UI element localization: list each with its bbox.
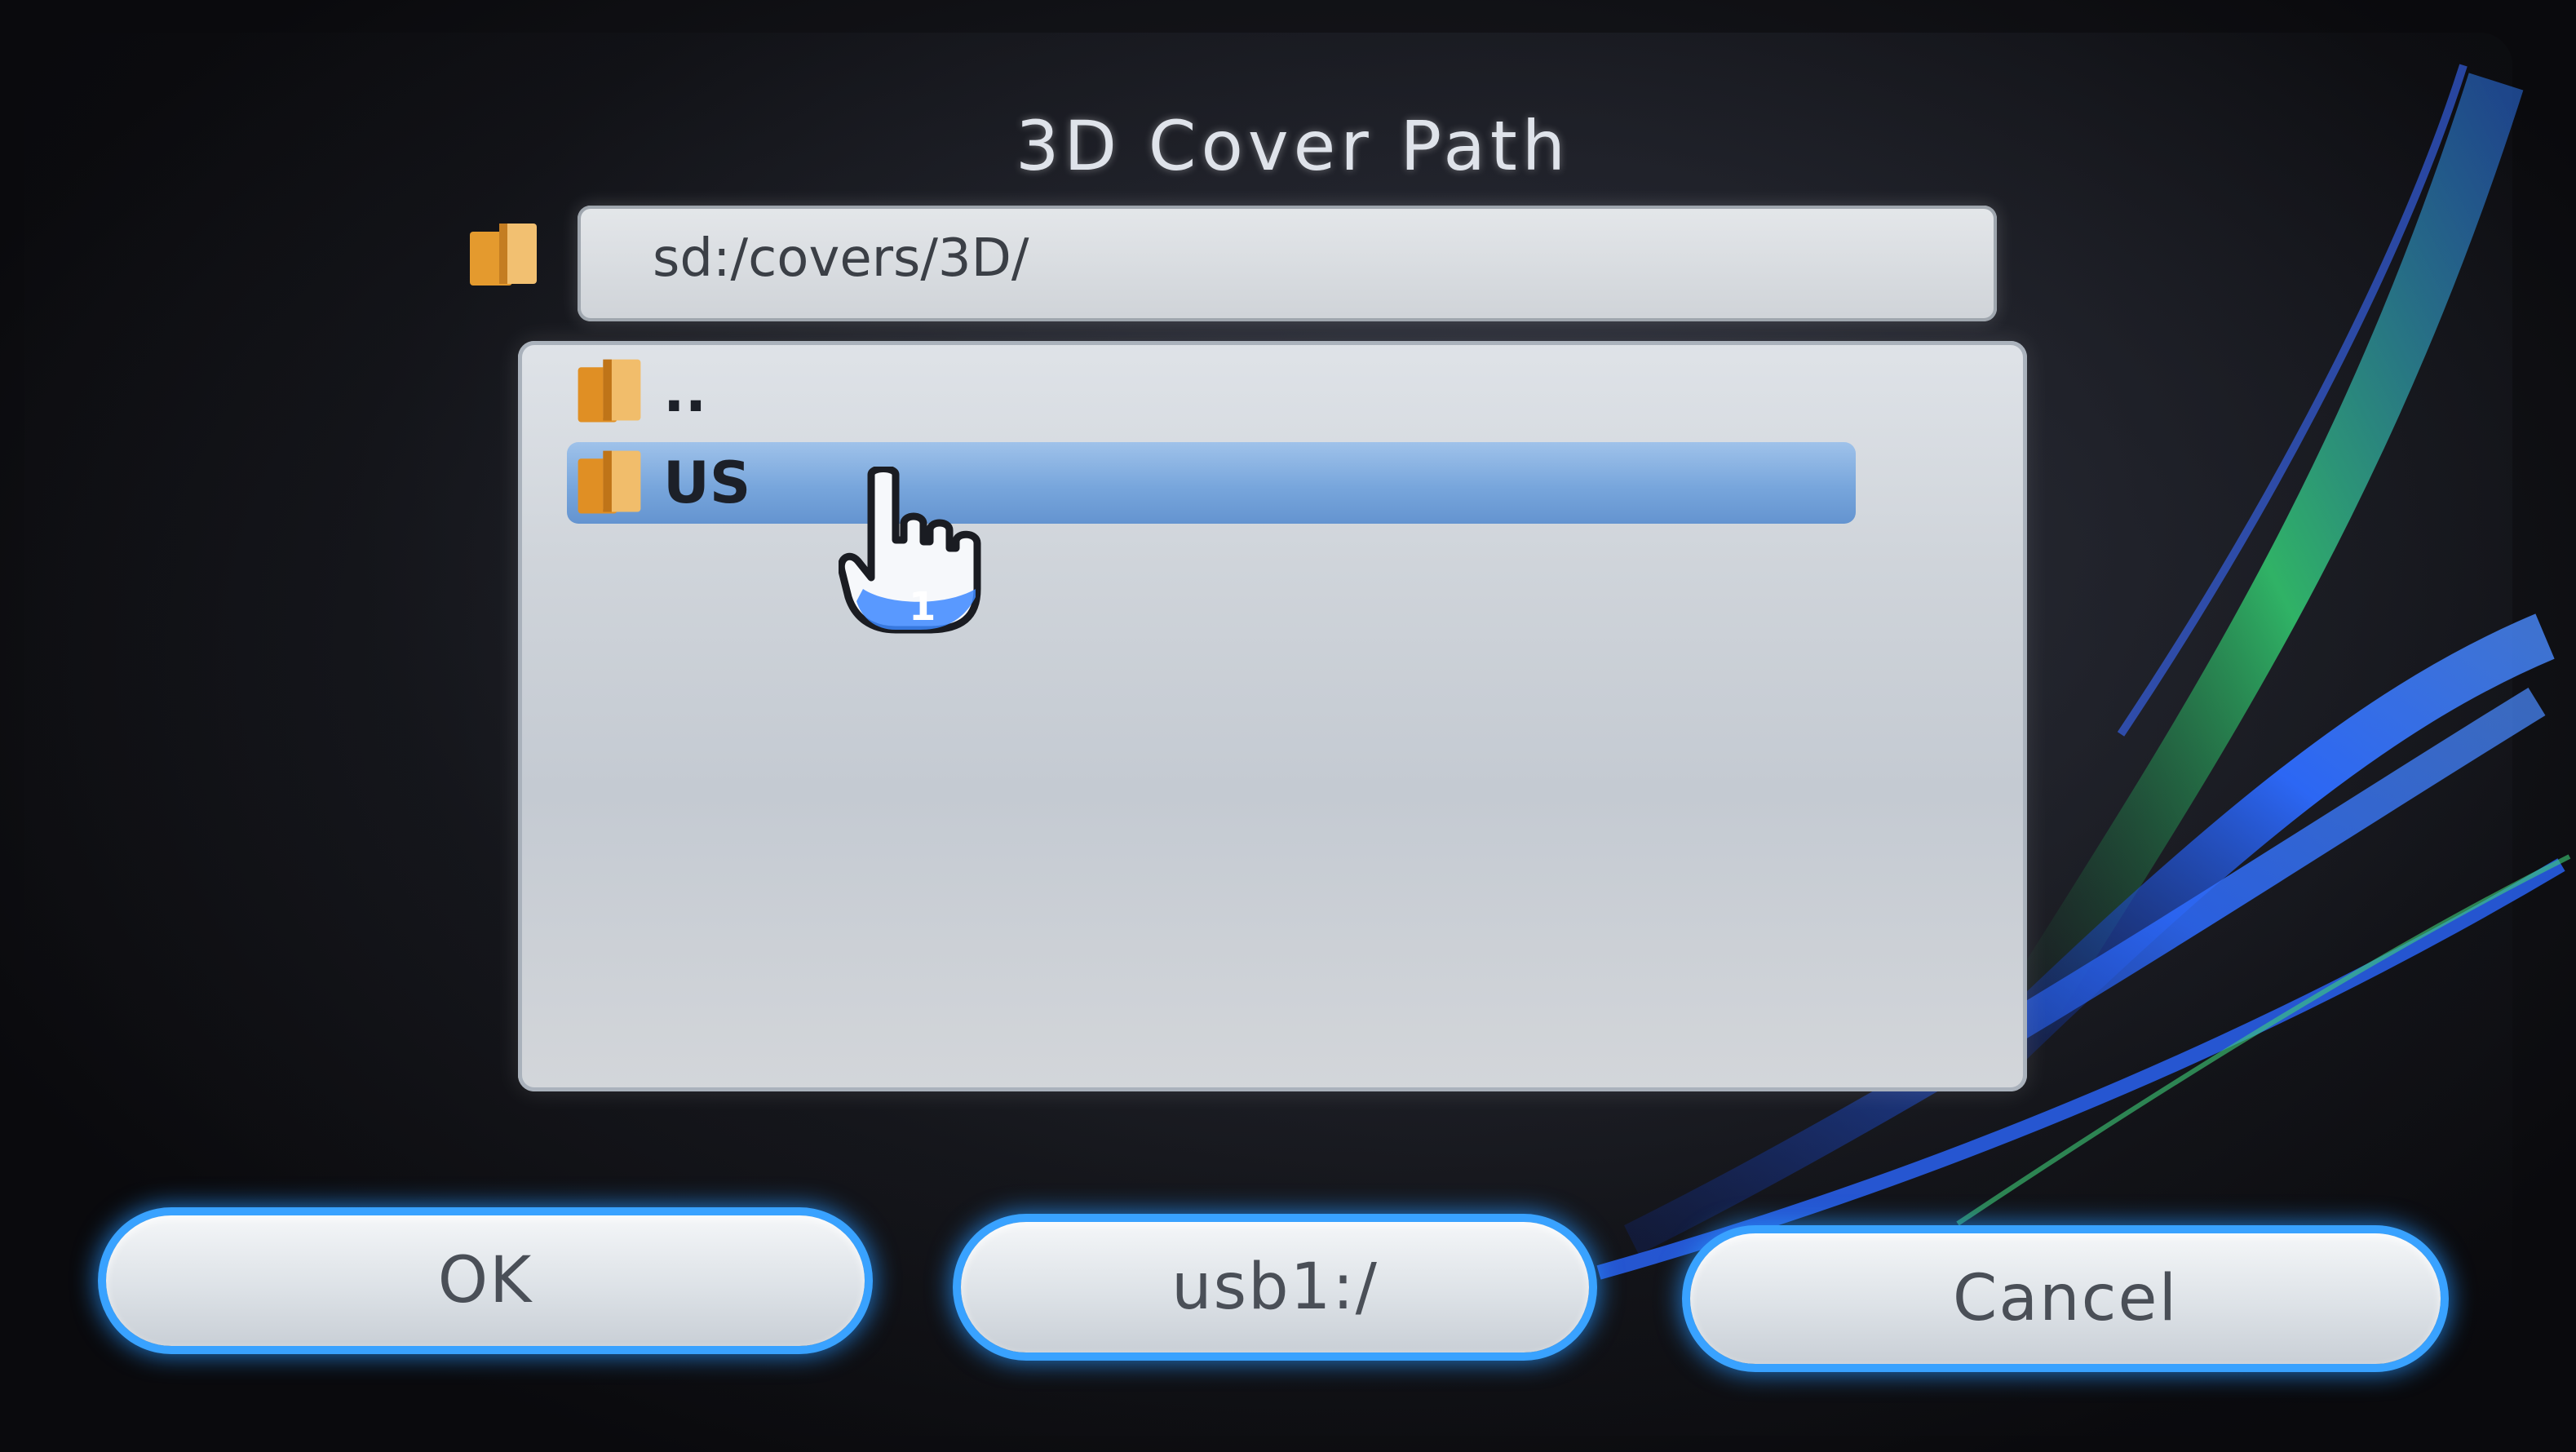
- hand-pointer-cursor-icon: 1: [839, 467, 981, 634]
- ok-button[interactable]: OK: [106, 1215, 865, 1346]
- list-item-label: ..: [663, 358, 707, 425]
- cancel-button-label: Cancel: [1952, 1262, 2179, 1335]
- folder-icon: [470, 224, 537, 286]
- cursor-player-number: 1: [909, 584, 936, 630]
- folder-icon: [578, 359, 641, 423]
- ok-button-label: OK: [437, 1244, 533, 1317]
- path-field[interactable]: sd:/covers/3D/: [578, 206, 1997, 321]
- wii-screen: 3D Cover Path sd:/covers/3D/ .. US 1 OK …: [0, 0, 2576, 1452]
- cancel-button[interactable]: Cancel: [1690, 1233, 2441, 1364]
- device-button-label: usb1:/: [1171, 1251, 1379, 1324]
- list-item-label: US: [663, 449, 751, 516]
- path-value: sd:/covers/3D/: [653, 228, 1029, 289]
- folder-icon: [578, 450, 641, 514]
- file-list[interactable]: .. US: [518, 341, 2027, 1091]
- device-switch-button[interactable]: usb1:/: [961, 1222, 1589, 1352]
- dialog-title: 3D Cover Path: [1015, 106, 1571, 186]
- list-item-us[interactable]: US: [567, 442, 1856, 524]
- list-item-parent-directory[interactable]: ..: [567, 351, 1856, 432]
